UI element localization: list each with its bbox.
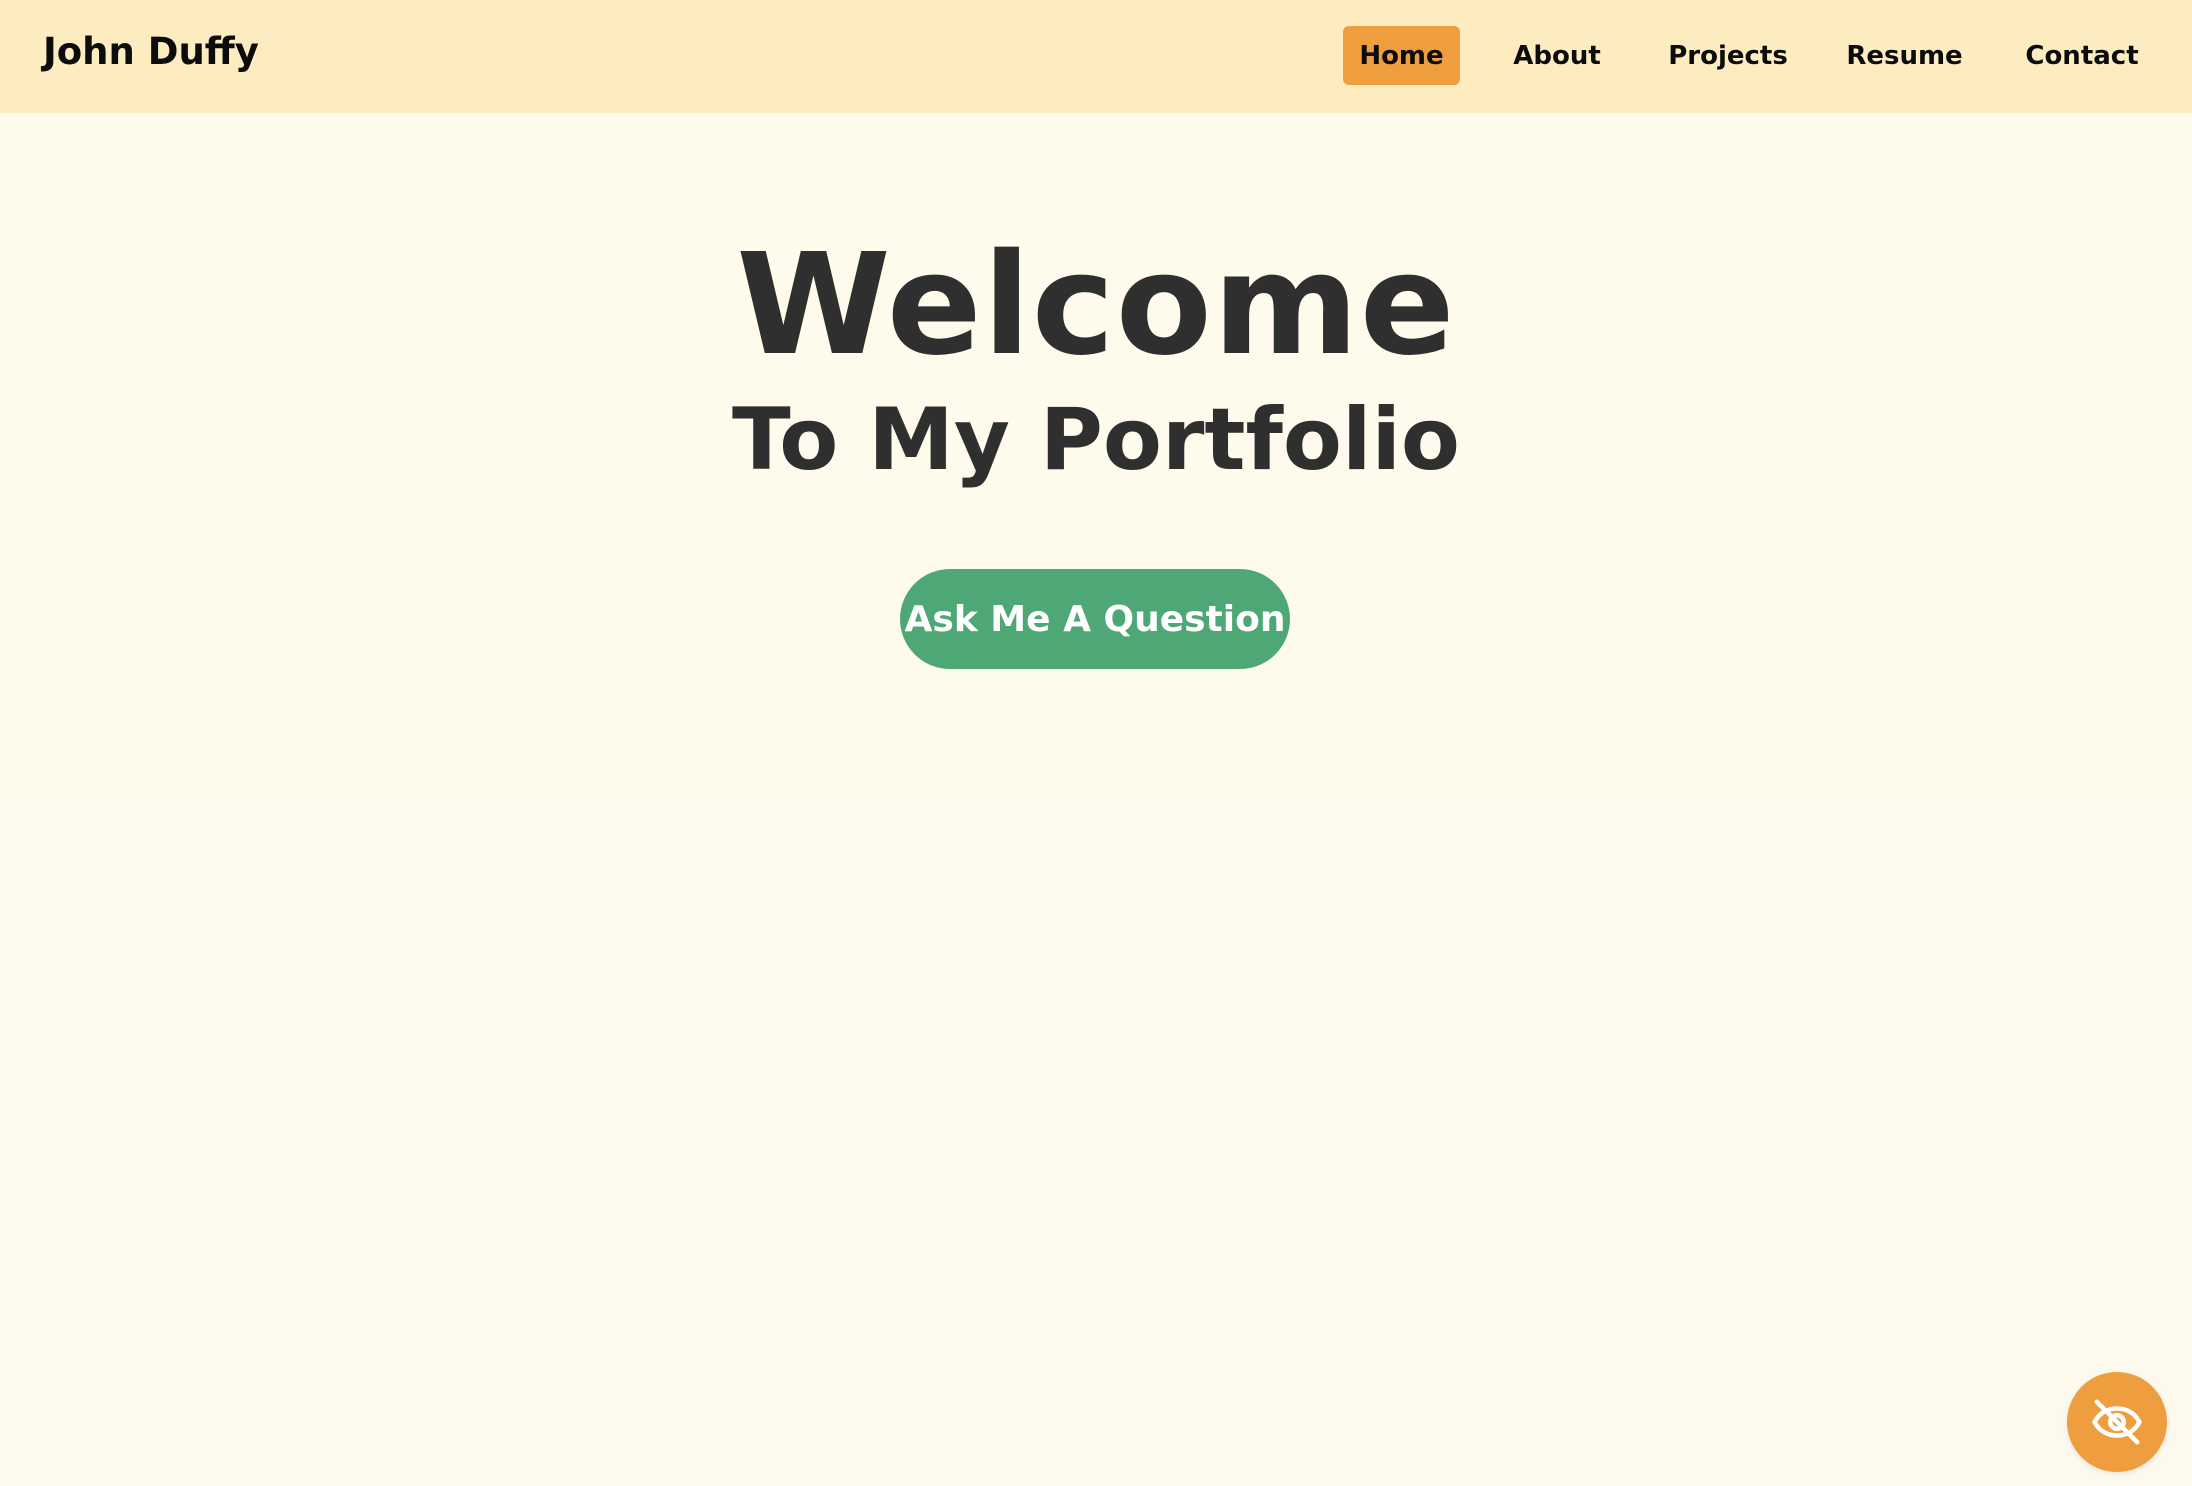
- accessibility-toggle-button[interactable]: [2067, 1372, 2167, 1472]
- nav-projects[interactable]: Projects: [1668, 26, 1788, 85]
- nav-contact[interactable]: Contact: [2025, 26, 2138, 85]
- hero-title: Welcome: [736, 224, 1456, 387]
- ask-question-button[interactable]: Ask Me A Question: [900, 569, 1290, 669]
- nav-home[interactable]: Home: [1343, 26, 1460, 85]
- eye-off-icon: [2092, 1399, 2142, 1445]
- hero-subtitle: To My Portfolio: [731, 390, 1461, 490]
- site-brand[interactable]: John Duffy: [43, 30, 259, 73]
- top-navigation-bar: John Duffy Home About Projects Resume Co…: [0, 0, 2192, 113]
- nav-resume[interactable]: Resume: [1846, 26, 1962, 85]
- nav-about[interactable]: About: [1507, 26, 1607, 85]
